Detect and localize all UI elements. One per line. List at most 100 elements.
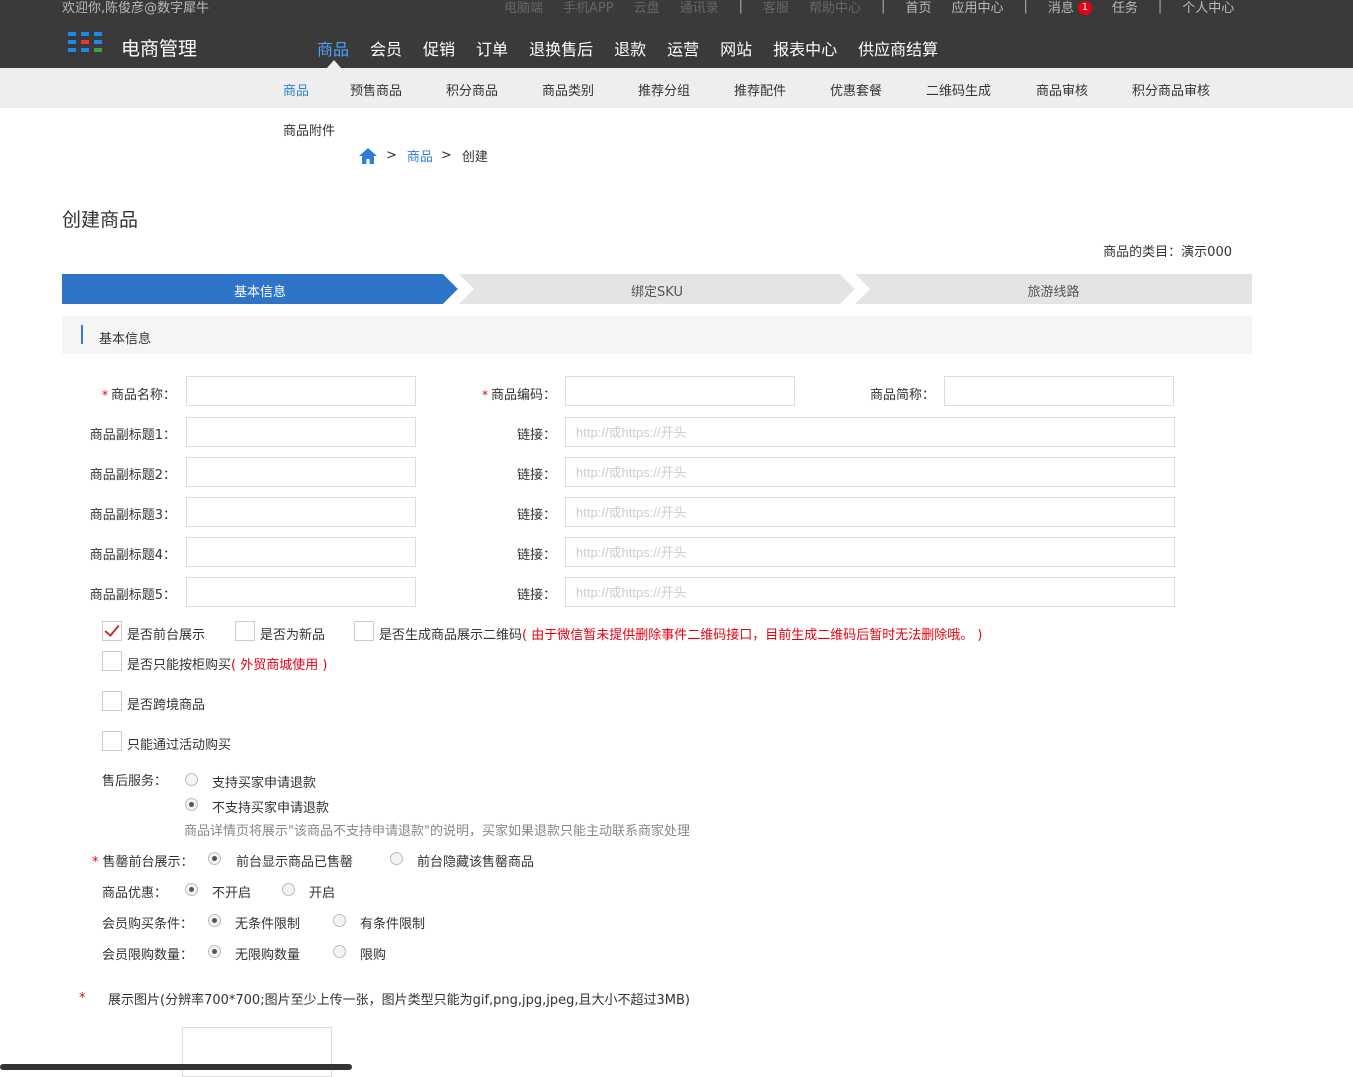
subtitle-3-input[interactable] [186,497,416,527]
subnav-item[interactable]: 积分商品审核 [1132,80,1210,99]
subnav-item[interactable]: 积分商品 [446,80,498,99]
soldout-hide-radio[interactable] [390,852,403,865]
goods-name-label: * 商品名称： [60,384,176,403]
step-basic-info[interactable]: 基本信息 [62,281,458,300]
cross-border-label: 是否跨境商品 [127,698,206,713]
section-title: 基本信息 [99,332,152,347]
main-nav-item[interactable]: 订单 [465,30,518,68]
new-goods-label: 是否为新品 [260,628,326,643]
welcome-text: 欢迎你,陈俊彦@数字犀牛 [62,1,210,16]
logo-cell [68,40,76,44]
link-pc[interactable]: 电脑端 [504,0,543,16]
goods-code-input[interactable] [565,376,795,406]
logo-cell [81,48,89,52]
soldout-show-radio[interactable] [208,852,221,865]
sub-nav: 商品 预售商品 积分商品 商品类别 推荐分组 推荐配件 优惠套餐 二维码生成 商品审核 积分商品审… [0,68,1353,108]
logo-cell [81,40,89,44]
link-4-input[interactable] [565,537,1175,567]
qr-code-label: 是否生成商品展示二维码( 由于微信暂未提供删除事件二维码接口，目前生成二维码后暂… [379,624,982,643]
subnav-item[interactable]: 商品审核 [1036,80,1088,99]
new-goods-checkbox[interactable] [235,621,255,641]
subnav-item-attachments[interactable]: 商品附件 [283,120,335,139]
subtitle-1-input[interactable] [186,417,416,447]
main-nav-item[interactable]: 供应商结算 [847,30,948,68]
subtitle-5-input[interactable] [186,577,416,607]
goods-name-input[interactable] [186,376,416,406]
subtitle-2-input[interactable] [186,457,416,487]
activity-only-checkbox[interactable] [102,731,122,751]
subtitle-3-label: 商品副标题3： [89,508,176,523]
link-profile[interactable]: 个人中心 [1182,0,1234,16]
cross-border-checkbox[interactable] [102,691,122,711]
link-tasks[interactable]: 任务 [1112,0,1138,16]
logo-cell [94,40,102,44]
subnav-item[interactable]: 商品 [283,80,309,99]
logo-cell [68,32,76,36]
main-nav-item[interactable]: 报表中心 [762,30,847,68]
member-condition-none-label: 无条件限制 [235,917,301,932]
member-condition-limited-label: 有条件限制 [360,917,426,932]
aftersale-no-support-radio[interactable] [185,798,198,811]
message-count-badge: 1 [1077,1,1092,15]
top-bar: 欢迎你,陈俊彦@数字犀牛 电脑端 手机APP 云盘 通讯录 | 客服 帮助中心 … [0,0,1353,68]
link-5-input[interactable] [565,577,1175,607]
main-nav-item[interactable]: 商品 [306,30,359,68]
subtitle-4-input[interactable] [186,537,416,567]
required-mark: * [92,855,99,870]
subnav-item[interactable]: 推荐配件 [734,80,786,99]
main-nav-item[interactable]: 退款 [603,30,656,68]
required-mark: * [481,388,488,402]
link-3-input[interactable] [565,497,1175,527]
main-nav-item[interactable]: 运营 [656,30,709,68]
link-contacts[interactable]: 通讯录 [680,0,719,16]
main-nav-item[interactable]: 促销 [412,30,465,68]
link-2-label: 链接： [516,468,556,483]
home-icon[interactable] [358,147,378,165]
member-limit-limited-radio[interactable] [333,945,346,958]
link-help[interactable]: 帮助中心 [809,0,861,16]
front-display-checkbox[interactable] [102,621,122,641]
subnav-item[interactable]: 商品类别 [542,80,594,99]
member-condition-none-radio[interactable] [208,914,221,927]
aftersale-support-radio[interactable] [185,773,198,786]
member-condition-label: 会员购买条件： [102,917,194,932]
box-purchase-checkbox[interactable] [102,651,122,671]
image-upload-label: 展示图片(分辨率700*700;图片至少上传一张，图片类型只能为gif,png,… [108,993,690,1008]
link-app-center[interactable]: 应用中心 [951,0,1003,16]
divider: | [1023,0,1028,14]
link-cloud-disk[interactable]: 云盘 [634,0,660,16]
member-limit-none-radio[interactable] [208,945,221,958]
link-mobile-app[interactable]: 手机APP [563,0,614,16]
main-nav-item[interactable]: 退换售后 [518,30,603,68]
aftersale-no-support-label: 不支持买家申请退款 [212,801,330,816]
logo-cell [68,48,76,52]
main-nav-item[interactable]: 网站 [709,30,762,68]
link-messages[interactable]: 消息 1 [1048,0,1092,16]
main-nav-item[interactable]: 会员 [359,30,412,68]
step-progress: 基本信息 绑定SKU 旅游线路 [62,274,1252,304]
link-service[interactable]: 客服 [763,0,789,16]
link-1-input[interactable] [565,417,1175,447]
subnav-item[interactable]: 二维码生成 [926,80,991,99]
qr-code-text: 是否生成商品展示二维码 [379,628,523,643]
logo-cell [81,32,89,36]
horizontal-scrollbar[interactable] [0,1064,352,1070]
member-condition-limited-radio[interactable] [333,914,346,927]
discount-off-radio[interactable] [185,883,198,896]
front-display-label: 是否前台展示 [127,628,206,643]
subnav-item[interactable]: 优惠套餐 [830,80,882,99]
discount-on-label: 开启 [309,886,336,901]
grid-logo-icon [68,32,108,54]
label-text: 售罄前台展示： [102,855,194,870]
discount-on-radio[interactable] [282,883,295,896]
goods-short-name-input[interactable] [944,376,1174,406]
breadcrumb-goods-link[interactable]: 商品 [407,146,433,165]
link-5-label: 链接： [516,588,556,603]
step-travel-route[interactable]: 旅游线路 [855,281,1252,300]
subnav-item[interactable]: 预售商品 [350,80,402,99]
link-2-input[interactable] [565,457,1175,487]
step-bind-sku[interactable]: 绑定SKU [459,281,855,300]
qr-code-checkbox[interactable] [354,621,374,641]
link-home[interactable]: 首页 [905,0,931,16]
subnav-item[interactable]: 推荐分组 [638,80,690,99]
